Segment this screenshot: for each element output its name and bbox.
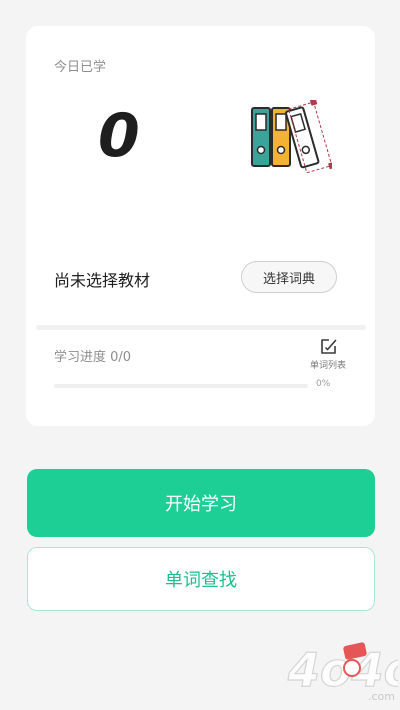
learning-progress-label: 学习进度 0/0 xyxy=(54,350,132,365)
today-learned-label: 今日已学 xyxy=(54,60,107,75)
watermark-logo: 4o4o .com xyxy=(286,642,398,703)
word-list-button[interactable]: 单词列表 xyxy=(304,338,352,376)
word-lookup-button[interactable]: 单词查找 xyxy=(27,547,375,611)
today-learned-count: 0 xyxy=(98,101,140,171)
word-list-label: 单词列表 xyxy=(309,361,346,371)
progress-bar xyxy=(54,384,308,388)
start-learning-button[interactable]: 开始学习 xyxy=(27,469,375,537)
books-icon xyxy=(251,100,332,174)
textbook-status: 尚未选择教材 xyxy=(54,271,151,290)
edit-list-icon xyxy=(320,339,336,354)
select-dictionary-button[interactable]: 选择词典 xyxy=(241,261,337,293)
progress-percent: 0% xyxy=(316,379,331,389)
svg-text:4o4o: 4o4o xyxy=(287,643,398,697)
study-summary-card: 今日已学 0 尚未选择教材 选择词典 学习进度 0/0 单词列表 0% xyxy=(26,26,375,426)
divider xyxy=(36,325,366,330)
svg-text:.com: .com xyxy=(368,690,395,703)
